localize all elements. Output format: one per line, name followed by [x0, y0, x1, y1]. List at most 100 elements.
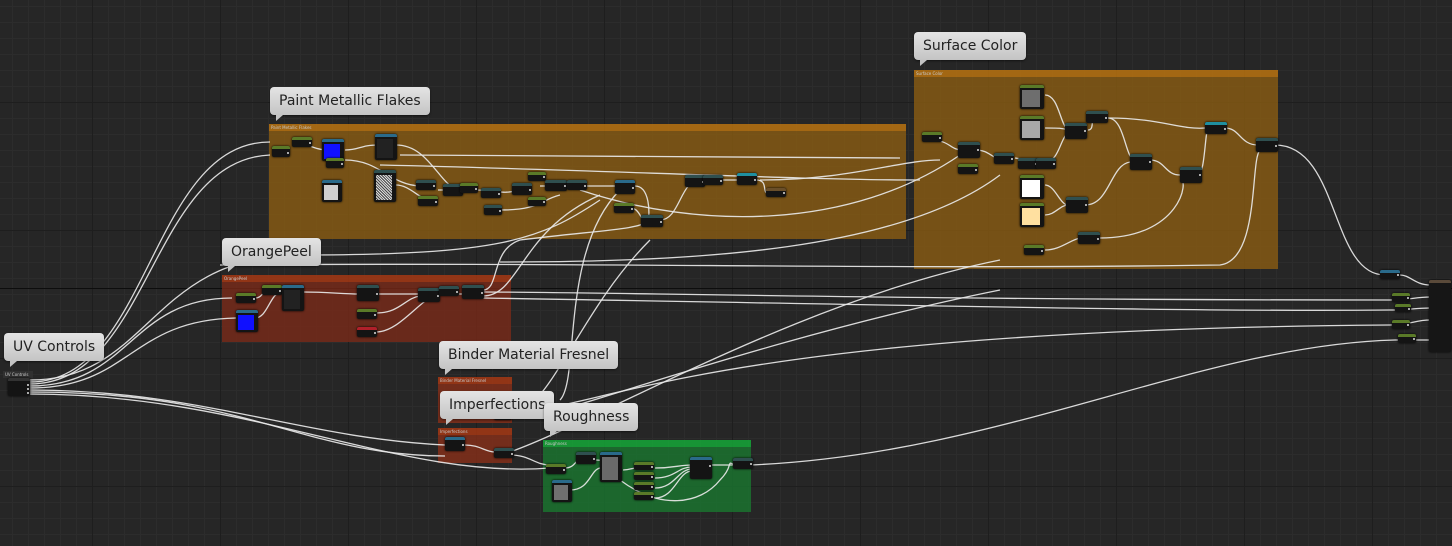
math-node[interactable] [958, 142, 980, 158]
lerp-node[interactable] [1086, 111, 1108, 123]
noise-texture-node[interactable] [374, 170, 396, 202]
reroute-node[interactable] [766, 188, 786, 197]
comment-bubble-uv-controls[interactable]: UV Controls [4, 333, 105, 367]
math-node[interactable] [512, 183, 532, 195]
parameter-node[interactable] [1395, 304, 1411, 312]
parameter-node[interactable] [236, 293, 256, 303]
comment-header[interactable] [914, 70, 1278, 77]
math-node[interactable] [1018, 158, 1038, 169]
math-node[interactable] [462, 285, 484, 299]
material-output-node[interactable] [1429, 280, 1451, 352]
lerp-node[interactable] [1065, 123, 1087, 139]
comment-header-title: Imperfections [440, 429, 468, 434]
math-node[interactable] [994, 153, 1014, 164]
parameter-node[interactable] [418, 196, 438, 206]
parameter-node[interactable] [262, 285, 282, 295]
parameter-node[interactable] [922, 132, 942, 142]
comment-bubble-roughness[interactable]: Roughness [544, 403, 639, 437]
vector-param-node[interactable] [1020, 203, 1044, 227]
texture-coord-node[interactable] [1380, 270, 1400, 279]
math-node[interactable] [545, 180, 567, 191]
wire [509, 319, 1431, 413]
wire [559, 289, 1001, 411]
parameter-node[interactable] [1398, 334, 1416, 343]
vector-param-node[interactable] [1020, 175, 1044, 199]
texture-sample-node[interactable] [375, 134, 397, 160]
math-node[interactable] [439, 286, 459, 296]
parameter-node[interactable] [1024, 245, 1044, 255]
parameter-node[interactable] [292, 137, 312, 147]
wire [482, 291, 1431, 301]
graph-origin-line [0, 288, 1452, 289]
channel-mask-node[interactable] [690, 457, 712, 479]
lerp-node[interactable] [1180, 167, 1202, 183]
math-node[interactable] [494, 448, 514, 458]
parameter-node[interactable] [1392, 320, 1410, 329]
parameter-node[interactable] [614, 203, 634, 213]
comment-paint-metallic-flakes[interactable]: Paint Metallic Flakes [269, 124, 906, 239]
wire [29, 391, 446, 457]
texture-coord-node[interactable] [445, 437, 465, 451]
parameter-node[interactable] [634, 492, 654, 500]
texture-sample-node[interactable] [600, 452, 622, 482]
math-node[interactable] [576, 452, 596, 464]
math-node[interactable] [567, 180, 587, 190]
constant-node[interactable] [326, 158, 344, 168]
math-node[interactable] [484, 205, 502, 215]
texture-coord-node[interactable] [737, 173, 757, 185]
parameter-node[interactable] [634, 482, 654, 490]
parameter-node[interactable] [528, 172, 546, 181]
parameter-node[interactable] [460, 183, 478, 193]
lerp-node[interactable] [1078, 232, 1100, 244]
parameter-node[interactable] [546, 464, 566, 474]
wire [749, 339, 1430, 466]
math-node[interactable] [481, 188, 501, 198]
comment-header[interactable] [222, 275, 511, 282]
texture-coord-node[interactable] [552, 480, 572, 502]
parameter-node[interactable] [634, 472, 654, 480]
math-node[interactable] [418, 288, 440, 302]
parameter-node[interactable] [634, 462, 654, 470]
comment-bubble-paint-metallic-flakes[interactable]: Paint Metallic Flakes [270, 87, 430, 121]
wire [529, 239, 651, 406]
parameter-node[interactable] [528, 197, 546, 206]
math-node[interactable] [1036, 158, 1056, 169]
parameter-node[interactable] [272, 146, 290, 157]
comment-header-title: Binder Material Fresnel [440, 378, 487, 383]
wire [1274, 144, 1386, 276]
lerp-node[interactable] [1066, 197, 1088, 213]
texture-sample-node[interactable] [322, 180, 342, 202]
wire [482, 297, 1431, 311]
math-node[interactable] [703, 175, 723, 185]
comment-header[interactable] [543, 440, 751, 447]
comment-header[interactable] [269, 124, 906, 131]
comment-uv-controls[interactable]: UV Controls [3, 371, 33, 378]
texture-sample-node[interactable] [236, 310, 258, 332]
comment-bubble-surface-color[interactable]: Surface Color [914, 32, 1027, 66]
vector-param-node[interactable] [1020, 85, 1044, 109]
parameter-node[interactable] [357, 327, 377, 337]
math-node[interactable] [733, 458, 753, 469]
math-node[interactable] [357, 285, 379, 301]
parameter-node[interactable] [357, 309, 377, 319]
math-node[interactable] [685, 175, 705, 187]
comment-header-title: UV Controls [5, 372, 29, 377]
lerp-node[interactable] [1256, 138, 1278, 152]
comment-header-title: Roughness [545, 441, 567, 446]
texture-coord-node[interactable] [615, 180, 635, 194]
vector-param-node[interactable] [1020, 116, 1044, 140]
texture-coord-node[interactable] [1205, 122, 1227, 134]
parameter-node[interactable] [1392, 293, 1410, 302]
uv-controls-node[interactable] [8, 378, 30, 396]
texture-sample-node[interactable] [282, 285, 304, 311]
wire [29, 389, 446, 446]
math-node[interactable] [416, 180, 436, 190]
parameter-node[interactable] [958, 164, 978, 174]
comment-bubble-orange-peel[interactable]: OrangePeel [222, 238, 321, 272]
lerp-node[interactable] [1130, 154, 1152, 170]
comment-bubble-binder-material-fresnel[interactable]: Binder Material Fresnel [439, 341, 619, 375]
math-node[interactable] [641, 215, 663, 227]
comment-header-title: Surface Color [916, 71, 943, 76]
comment-bubble-imperfections[interactable]: Imperfections [440, 391, 555, 425]
comment-header-title: OrangePeel [224, 276, 248, 281]
